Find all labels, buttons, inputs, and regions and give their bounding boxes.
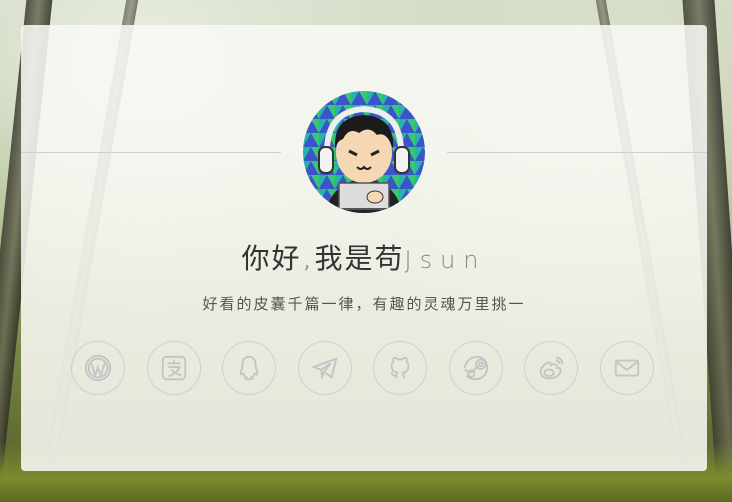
greeting-intro: 我是苟 (314, 242, 405, 275)
github-link[interactable] (373, 341, 427, 395)
alipay-icon (161, 355, 187, 381)
steam-icon (463, 355, 489, 381)
page-title: 你好,我是苟Jsun (21, 237, 707, 277)
profile-card: 你好,我是苟Jsun 好看的皮囊千篇一律，有趣的灵魂万里挑一 (21, 25, 707, 471)
qq-link[interactable] (222, 341, 276, 395)
steam-link[interactable] (449, 341, 503, 395)
social-links (71, 341, 671, 397)
wordpress-icon (84, 354, 112, 382)
author-name: Jsun (404, 246, 487, 274)
telegram-icon (311, 357, 338, 381)
mail-icon (614, 359, 640, 377)
qq-icon (239, 355, 259, 381)
divider-right (447, 152, 707, 153)
greeting-comma: , (303, 249, 313, 274)
weibo-icon (539, 356, 564, 380)
wordpress-link[interactable] (71, 341, 125, 395)
weibo-link[interactable] (524, 341, 578, 395)
alipay-link[interactable] (147, 341, 201, 395)
greeting-hello: 你好 (241, 242, 302, 275)
avatar (303, 91, 425, 213)
github-icon (390, 356, 410, 379)
telegram-link[interactable] (298, 341, 352, 395)
tagline: 好看的皮囊千篇一律，有趣的灵魂万里挑一 (202, 295, 526, 313)
divider-left (21, 152, 281, 153)
mail-link[interactable] (600, 341, 654, 395)
